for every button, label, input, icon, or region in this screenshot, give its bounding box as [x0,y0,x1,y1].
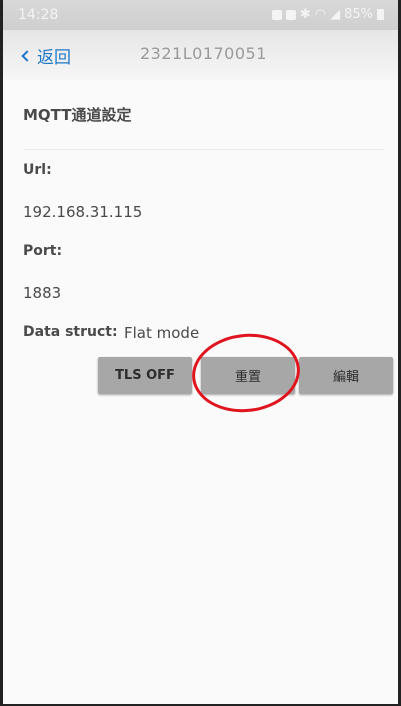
app-notification-icon [285,9,296,20]
app-bar: 返回 2321L0170051 [3,30,398,80]
phone-screen: 14:28 ✱ ◠ ◢ 85% 返回 2321L0170051 MQTT通道設定… [0,0,401,706]
battery-icon [377,9,384,20]
data-struct-value: Flat mode [124,324,200,342]
device-title: 2321L0170051 [140,44,267,63]
port-label: Port: [23,243,63,259]
notification-icon [271,9,282,20]
section-divider [23,149,385,150]
status-icons: ✱ ◠ ◢ 85% [271,7,384,22]
url-value: 192.168.31.115 [23,203,143,221]
back-button[interactable]: 返回 [21,43,71,68]
wifi-icon: ◠ [314,7,327,22]
status-bar: 14:28 ✱ ◠ ◢ 85% [3,0,398,30]
back-label: 返回 [37,48,71,68]
tls-toggle-button[interactable]: TLS OFF [98,357,192,394]
edit-button[interactable]: 編輯 [299,357,393,394]
url-label: Url: [23,162,52,178]
port-value: 1883 [23,284,62,302]
signal-icon: ◢ [330,7,341,22]
bluetooth-icon: ✱ [299,7,311,22]
reset-button[interactable]: 重置 [201,357,295,394]
section-title: MQTT通道設定 [23,106,132,124]
data-struct-label: Data struct: [23,324,118,340]
battery-percent: 85% [344,7,373,22]
chevron-left-icon [21,50,33,62]
status-time: 14:28 [18,7,59,23]
